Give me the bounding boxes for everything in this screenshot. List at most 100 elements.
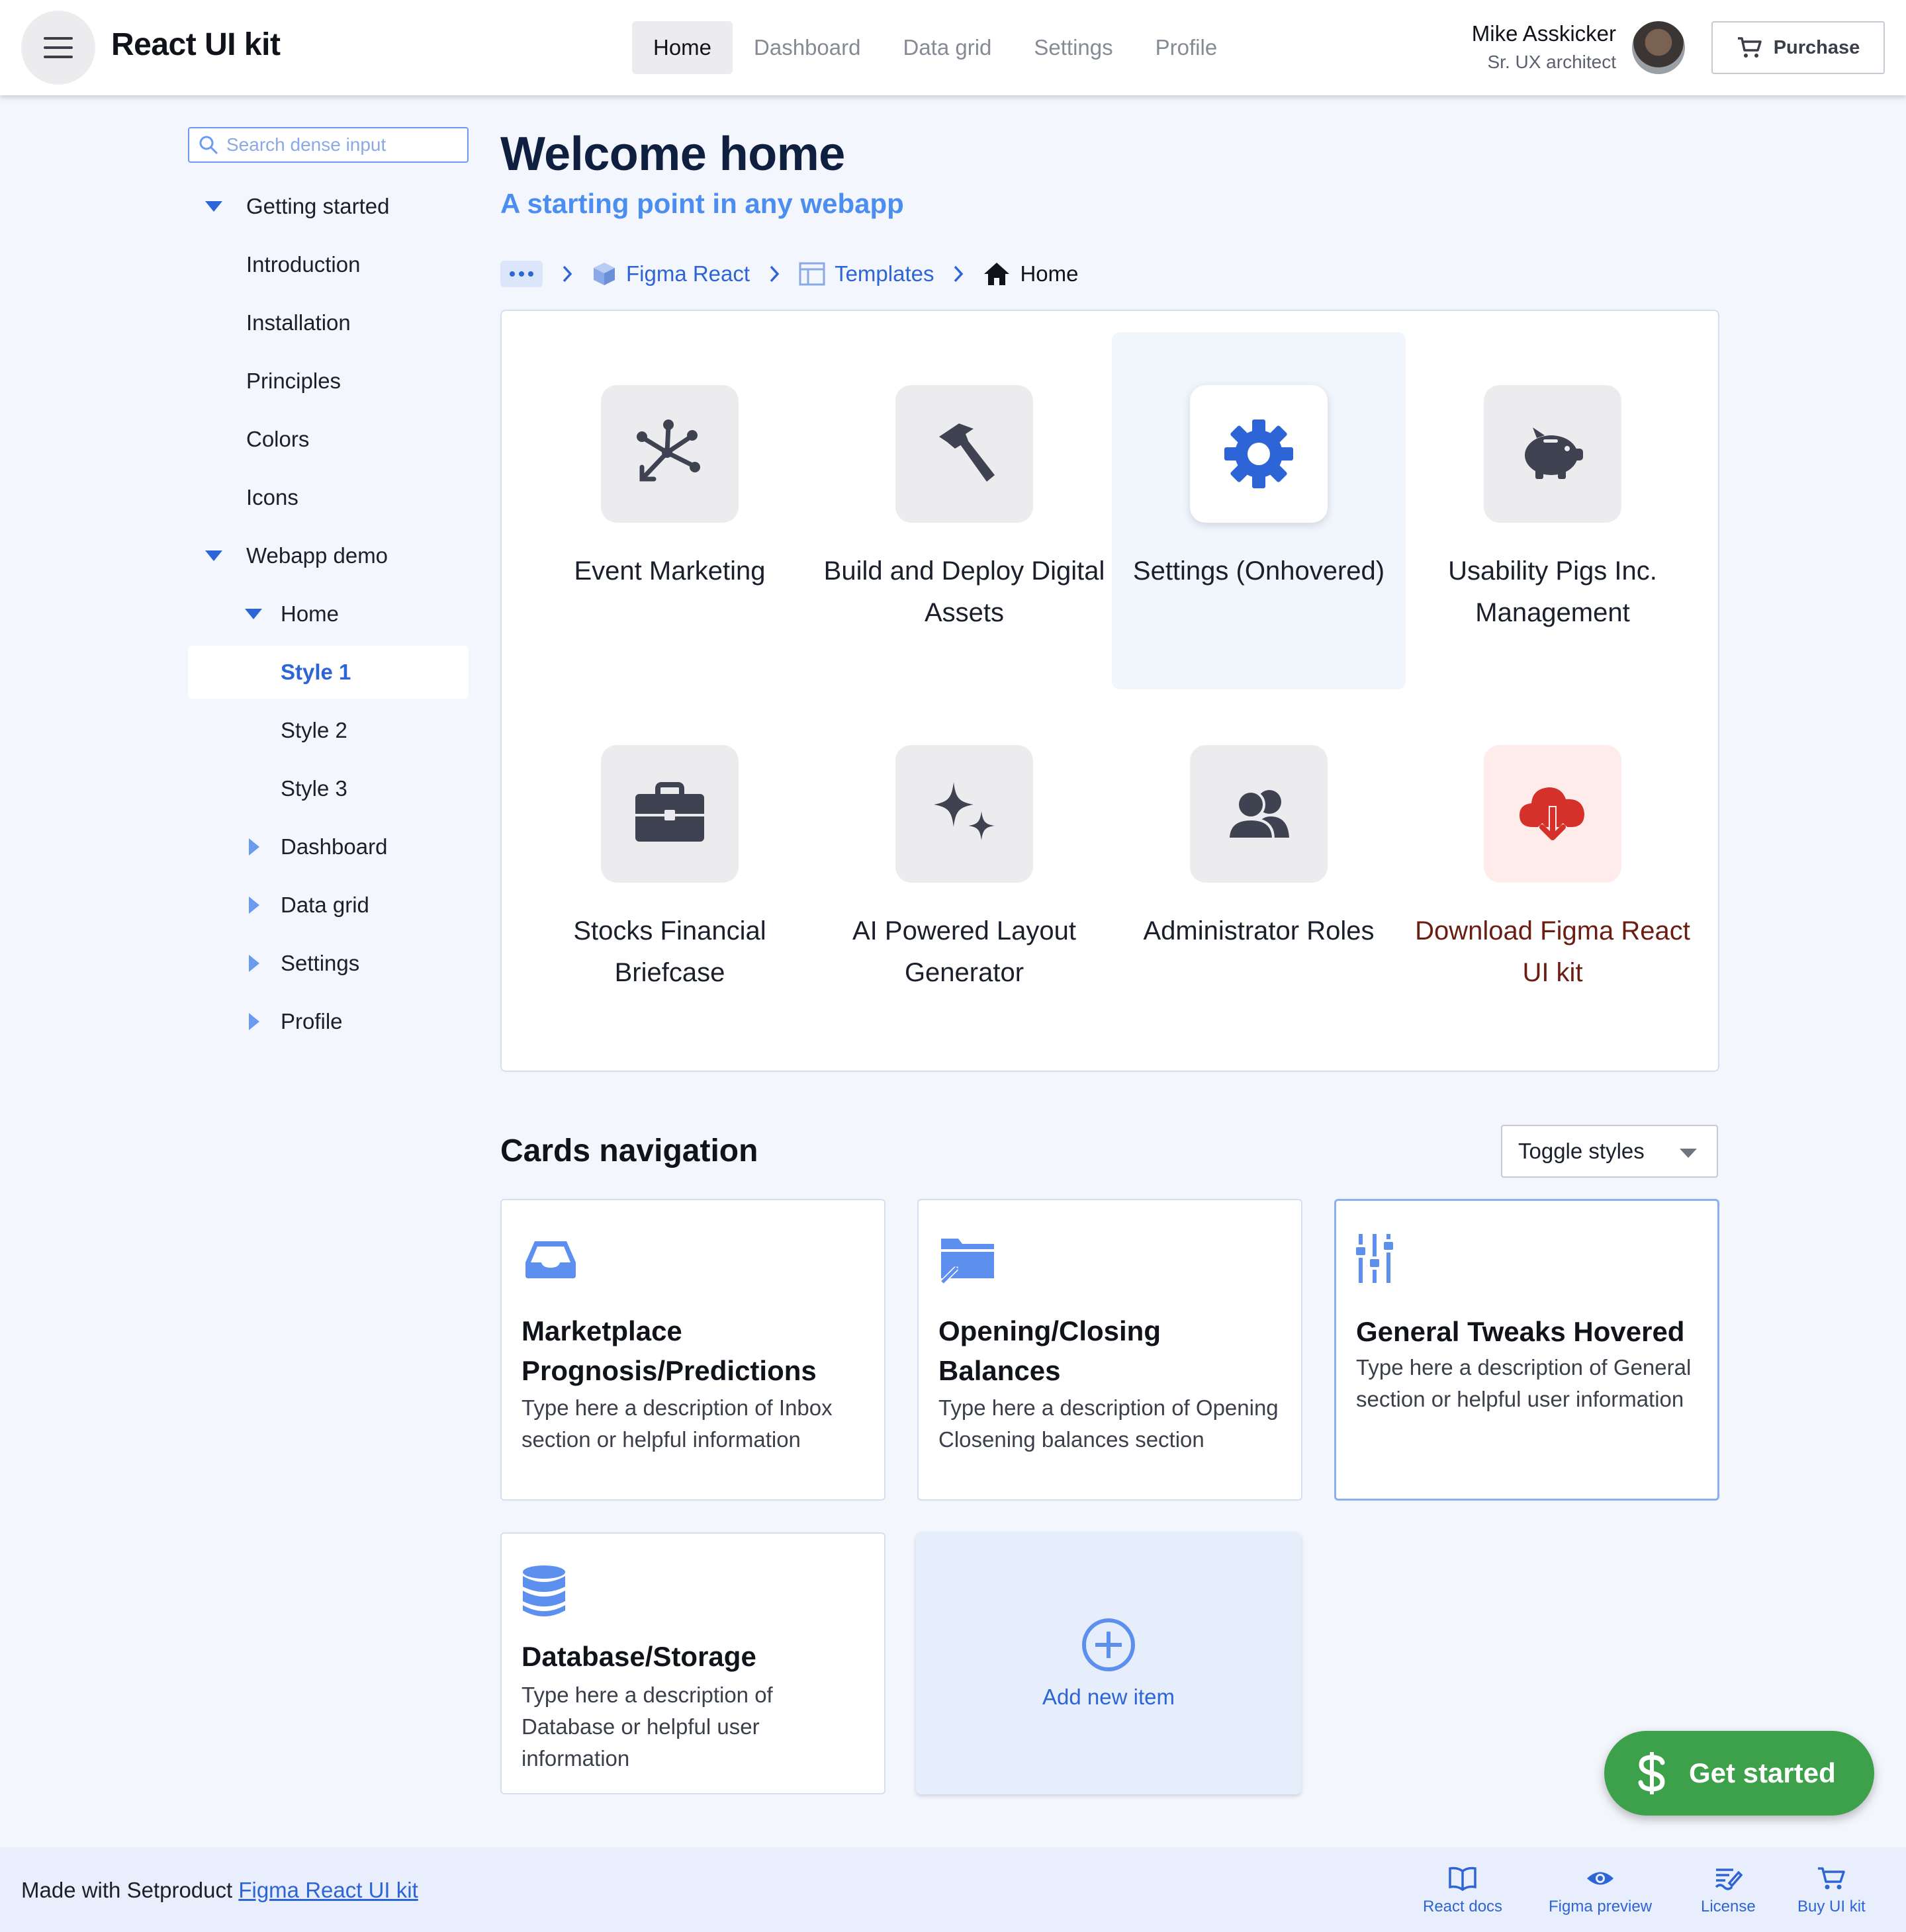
- expand-right-icon: [249, 955, 259, 972]
- breadcrumb-label: Figma React: [626, 261, 750, 286]
- tile-label: Stocks Financial Briefcase: [573, 916, 766, 987]
- tab-settings[interactable]: Settings: [1013, 21, 1134, 74]
- sidebar-item-label: Style 3: [281, 776, 347, 801]
- footer-link-label: Buy UI kit: [1797, 1898, 1866, 1915]
- tile-stocks-briefcase[interactable]: Stocks Financial Briefcase: [523, 692, 817, 1049]
- network-icon: [601, 385, 739, 523]
- react-docs-link[interactable]: React docs: [1423, 1866, 1502, 1916]
- hamburger-icon: [44, 37, 73, 58]
- sidebar-item-profile[interactable]: Profile: [188, 995, 469, 1048]
- tab-dashboard[interactable]: Dashboard: [733, 21, 882, 74]
- breadcrumb-templates[interactable]: Templates: [799, 261, 934, 286]
- figma-preview-link[interactable]: Figma preview: [1549, 1866, 1652, 1916]
- tile-build-deploy[interactable]: Build and Deploy Digital Assets: [817, 332, 1111, 689]
- get-started-label: Get started: [1689, 1757, 1836, 1788]
- sliders-icon: [1356, 1234, 1393, 1283]
- expand-down-icon: [205, 201, 222, 212]
- sidebar-item-style-3[interactable]: Style 3: [188, 762, 469, 815]
- sidebar-item-label: Icons: [246, 485, 298, 509]
- search-field[interactable]: [188, 127, 469, 163]
- add-new-item-card[interactable]: Add new item: [916, 1532, 1301, 1794]
- tab-profile[interactable]: Profile: [1134, 21, 1239, 74]
- plus-circle-icon: [1082, 1618, 1135, 1671]
- card-general-tweaks[interactable]: General Tweaks Hovered Type here a descr…: [1334, 1199, 1719, 1501]
- card-marketplace[interactable]: Marketplace Prognosis/Predictions Type h…: [500, 1199, 885, 1501]
- breadcrumb-more-button[interactable]: [500, 261, 543, 287]
- purchase-button[interactable]: Purchase: [1711, 21, 1885, 74]
- tile-label: Settings (Onhovered): [1132, 556, 1385, 586]
- sidebar-item-colors[interactable]: Colors: [188, 413, 469, 466]
- sidebar-item-home[interactable]: Home: [188, 588, 469, 640]
- sidebar-item-icons[interactable]: Icons: [188, 471, 469, 524]
- template-icon: [799, 262, 825, 286]
- quick-actions-panel: Event Marketing Build and Deploy Digital…: [500, 310, 1719, 1072]
- footer-text: Made with Setproduct: [21, 1878, 233, 1902]
- tile-label: Build and Deploy Digital Assets: [823, 556, 1105, 627]
- sidebar-item-label: Webapp demo: [246, 543, 388, 568]
- database-icon: [523, 1565, 565, 1616]
- card-description: Type here a description of Database or h…: [522, 1683, 773, 1771]
- page-subtitle: A starting point in any webapp: [500, 188, 904, 219]
- home-icon: [984, 263, 1010, 285]
- dollar-icon: [1638, 1752, 1665, 1794]
- sidebar-item-introduction[interactable]: Introduction: [188, 238, 469, 291]
- sidebar-item-data-grid[interactable]: Data grid: [188, 879, 469, 932]
- tile-label: Usability Pigs Inc. Management: [1448, 556, 1657, 627]
- footer-link-label: Figma preview: [1549, 1898, 1653, 1915]
- sidebar-item-label: Data grid: [281, 893, 369, 917]
- cart-icon: [1737, 37, 1762, 58]
- tile-label: AI Powered Layout Generator: [852, 916, 1076, 987]
- sidebar-item-getting-started[interactable]: Getting started: [188, 180, 469, 233]
- sidebar-item-webapp-demo[interactable]: Webapp demo: [188, 529, 469, 582]
- tile-settings[interactable]: Settings (Onhovered): [1112, 332, 1406, 689]
- sidebar-item-settings[interactable]: Settings: [188, 937, 469, 990]
- buy-ui-kit-link[interactable]: Buy UI kit: [1797, 1866, 1866, 1916]
- tab-home[interactable]: Home: [632, 21, 733, 74]
- footer-link-label: React docs: [1423, 1898, 1503, 1915]
- eye-icon: [1587, 1872, 1614, 1885]
- card-description: Type here a description of General secti…: [1356, 1355, 1692, 1411]
- get-started-button[interactable]: Get started: [1604, 1731, 1874, 1816]
- toggle-styles-select[interactable]: Toggle styles: [1501, 1125, 1718, 1178]
- sidebar-item-label: Getting started: [246, 194, 390, 218]
- card-balances[interactable]: Opening/Closing Balances Type here a des…: [917, 1199, 1302, 1501]
- user-name: Mike Asskicker: [1471, 21, 1616, 46]
- sidebar-item-label: Principles: [246, 369, 341, 393]
- avatar[interactable]: [1632, 21, 1685, 74]
- tile-download-figma[interactable]: Download Figma React UI kit: [1406, 692, 1700, 1049]
- card-database[interactable]: Database/Storage Type here a description…: [500, 1532, 885, 1794]
- folder-icon: [941, 1239, 994, 1284]
- breadcrumb-home: Home: [983, 261, 1079, 286]
- sidebar-item-label: Introduction: [246, 252, 361, 277]
- tile-event-marketing[interactable]: Event Marketing: [523, 332, 817, 689]
- expand-right-icon: [249, 838, 259, 856]
- license-link[interactable]: License: [1701, 1866, 1756, 1916]
- gear-icon: [1190, 385, 1328, 523]
- breadcrumb-figma-react[interactable]: Figma React: [592, 261, 750, 286]
- tab-data-grid[interactable]: Data grid: [882, 21, 1013, 74]
- sidebar-item-label: Installation: [246, 310, 351, 335]
- footer-credit: Made with Setproduct Figma React UI kit: [21, 1878, 418, 1903]
- piggy-bank-icon: [1484, 385, 1621, 523]
- sidebar-item-label: Home: [281, 601, 340, 626]
- sidebar-item-installation[interactable]: Installation: [188, 296, 469, 349]
- breadcrumb: Figma React Templates Home: [500, 254, 1079, 294]
- breadcrumb-label: Home: [1020, 261, 1079, 286]
- tile-usability-pigs[interactable]: Usability Pigs Inc. Management: [1406, 332, 1700, 689]
- tile-ai-layout[interactable]: AI Powered Layout Generator: [817, 692, 1111, 1049]
- hammer-icon: [895, 385, 1033, 523]
- sidebar-item-dashboard[interactable]: Dashboard: [188, 820, 469, 873]
- figma-kit-link[interactable]: Figma React UI kit: [238, 1878, 418, 1902]
- sparkles-icon: [895, 745, 1033, 883]
- tile-label: Administrator Roles: [1143, 916, 1375, 945]
- top-nav: Home Dashboard Data grid Settings Profil…: [632, 21, 1238, 74]
- sidebar-item-style-2[interactable]: Style 2: [188, 704, 469, 757]
- expand-right-icon: [249, 1013, 259, 1030]
- menu-button[interactable]: [21, 11, 95, 85]
- breadcrumb-label: Templates: [835, 261, 934, 286]
- expand-down-icon: [245, 609, 262, 619]
- search-input[interactable]: [226, 134, 465, 155]
- tile-admin-roles[interactable]: Administrator Roles: [1112, 692, 1406, 1049]
- sidebar-item-principles[interactable]: Principles: [188, 355, 469, 408]
- sidebar-item-style-1[interactable]: Style 1: [188, 646, 469, 699]
